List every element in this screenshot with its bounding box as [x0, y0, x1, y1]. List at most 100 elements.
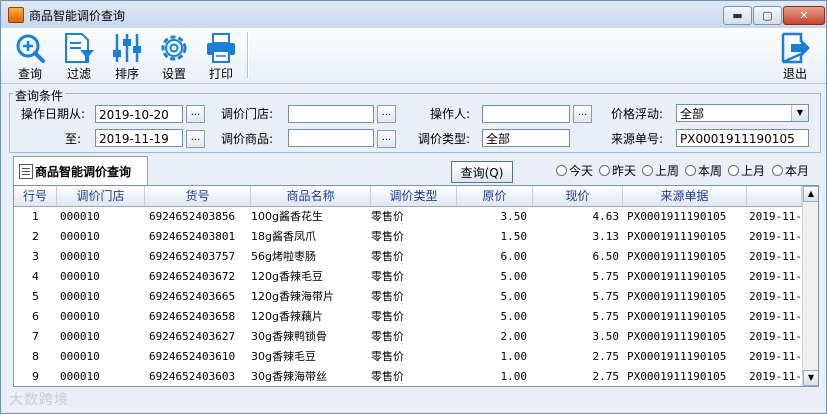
- price-float-select[interactable]: 全部 ▼: [676, 104, 809, 122]
- cell-line-no: 2: [32, 230, 39, 243]
- toolbar: 查询 过滤 排序 设置 打印 退出: [1, 28, 826, 84]
- table-row[interactable]: 9 000010 6924652403603 30g香辣海带丝 零售价 1.00…: [14, 367, 802, 386]
- table-row[interactable]: 7 000010 6924652403627 30g香辣鸭锁骨 零售价 2.00…: [14, 327, 802, 347]
- print-label: 打印: [208, 67, 233, 81]
- product-label: 调价商品:: [221, 132, 274, 146]
- column-header[interactable]: 调价类型: [371, 186, 457, 206]
- minimize-icon: ▬: [732, 9, 743, 22]
- grid-header: 行号 调价门店 货号 商品名称 调价类型 原价 现价 来源单据: [14, 186, 818, 207]
- cell-product-name: 30g香辣海带丝: [251, 370, 327, 383]
- table-row[interactable]: 1 000010 6924652403856 100g酱香花生 零售价 3.50…: [14, 207, 802, 227]
- column-header[interactable]: 来源单据: [623, 186, 747, 206]
- chevron-down-icon[interactable]: ▼: [791, 105, 808, 121]
- scroll-down-icon[interactable]: ▼: [803, 370, 818, 386]
- query-button[interactable]: 查询: [7, 30, 53, 81]
- settings-button[interactable]: 设置: [151, 30, 197, 81]
- cell-old-price: 5.00: [500, 270, 528, 283]
- radio-this-week[interactable]: 本周: [685, 162, 722, 179]
- table-row[interactable]: 4 000010 6924652403672 120g香辣毛豆 零售价 5.00…: [14, 267, 802, 287]
- window-title: 商品智能调价查询: [29, 9, 126, 23]
- cell-product-name: 30g香辣鸭锁骨: [251, 330, 327, 343]
- query-submit-button[interactable]: 查询(Q): [451, 161, 513, 183]
- results-grid[interactable]: 行号 调价门店 货号 商品名称 调价类型 原价 现价 来源单据 1 000010…: [13, 185, 819, 387]
- column-header[interactable]: 原价: [457, 186, 533, 206]
- source-no-label: 来源单号:: [611, 132, 664, 146]
- tab-label: 商品智能调价查询: [35, 165, 132, 179]
- print-button[interactable]: 打印: [198, 30, 244, 81]
- radio-last-month[interactable]: 上月: [728, 162, 765, 179]
- cell-date: 2019-11-1: [749, 310, 802, 323]
- radio-label: 上周: [655, 164, 680, 178]
- price-float-label: 价格浮动:: [611, 107, 664, 121]
- gear-icon: [161, 35, 187, 61]
- tab-smart-price-query[interactable]: 商品智能调价查询: [13, 156, 148, 185]
- scroll-track[interactable]: [804, 203, 818, 371]
- table-row[interactable]: 2 000010 6924652403801 18g酱香凤爪 零售价 1.50 …: [14, 227, 802, 247]
- app-window: 商品智能调价查询 ▬ ▢ ✕ 查询 过滤 排序 设置 打印 退出 查询条件 操作…: [0, 0, 827, 414]
- sort-button[interactable]: 排序: [104, 30, 150, 81]
- store-browse-button[interactable]: ...: [377, 105, 396, 123]
- adjust-type-field[interactable]: 全部: [482, 129, 570, 147]
- radio-last-week[interactable]: 上周: [642, 162, 679, 179]
- column-header[interactable]: 货号: [145, 186, 251, 206]
- exit-button[interactable]: 退出: [772, 30, 818, 81]
- operator-field[interactable]: [482, 105, 570, 123]
- radio-today[interactable]: 今天: [556, 162, 593, 179]
- cell-item-code: 6924652403856: [149, 210, 236, 223]
- cell-date: 2019-11-1: [749, 290, 802, 303]
- cell-line-no: 5: [32, 290, 39, 303]
- radio-this-month[interactable]: 本月: [772, 162, 809, 179]
- sort-sliders-icon: [113, 34, 141, 62]
- maximize-button[interactable]: ▢: [753, 6, 782, 25]
- cell-store: 000010: [60, 230, 100, 243]
- product-field[interactable]: [288, 129, 374, 147]
- exit-arrow-icon: [781, 32, 810, 64]
- radio-circle-icon: [556, 165, 567, 176]
- cell-old-price: 3.50: [500, 210, 528, 223]
- cell-date: 2019-11-1: [749, 330, 802, 343]
- cell-item-code: 6924652403665: [149, 290, 236, 303]
- radio-label: 今天: [569, 164, 594, 178]
- cell-old-price: 1.00: [500, 370, 528, 383]
- vertical-scrollbar[interactable]: ▲ ▼: [802, 186, 818, 386]
- radio-circle-icon: [599, 165, 610, 176]
- operator-browse-button[interactable]: ...: [573, 105, 592, 123]
- column-header[interactable]: 现价: [533, 186, 623, 206]
- radio-label: 本月: [785, 164, 810, 178]
- table-row[interactable]: 5 000010 6924652403665 120g香辣海带片 零售价 5.0…: [14, 287, 802, 307]
- cell-line-no: 8: [32, 350, 39, 363]
- radio-yesterday[interactable]: 昨天: [599, 162, 636, 179]
- cell-date: 2019-11-1: [749, 250, 802, 263]
- column-header[interactable]: 调价门店: [57, 186, 145, 206]
- table-row[interactable]: 8 000010 6924652403610 30g香辣毛豆 零售价 1.00 …: [14, 347, 802, 367]
- status-bar: [1, 391, 826, 413]
- column-header[interactable]: 行号: [14, 186, 57, 206]
- cell-store: 000010: [60, 250, 100, 263]
- date-to-picker-button[interactable]: ...: [186, 130, 205, 148]
- column-header[interactable]: [747, 186, 802, 206]
- cell-product-name: 120g香辣毛豆: [251, 270, 323, 283]
- source-no-field[interactable]: PX0001911190105: [676, 129, 809, 147]
- scroll-up-icon[interactable]: ▲: [803, 186, 818, 202]
- title-bar[interactable]: 商品智能调价查询 ▬ ▢ ✕: [1, 1, 826, 29]
- table-row[interactable]: 6 000010 6924652403658 120g香辣藕片 零售价 5.00…: [14, 307, 802, 327]
- radio-circle-icon: [728, 165, 739, 176]
- cell-store: 000010: [60, 350, 100, 363]
- cell-new-price: 2.75: [592, 350, 620, 363]
- cell-new-price: 3.13: [592, 230, 620, 243]
- table-row[interactable]: 3 000010 6924652403757 56g烤啦枣肠 零售价 6.00 …: [14, 247, 802, 267]
- cell-store: 000010: [60, 290, 100, 303]
- date-from-field[interactable]: 2019-10-20: [95, 105, 183, 123]
- filter-button[interactable]: 过滤: [56, 30, 102, 81]
- product-browse-button[interactable]: ...: [377, 130, 396, 148]
- date-to-label: 至:: [65, 132, 82, 146]
- date-to-field[interactable]: 2019-11-19: [95, 129, 183, 147]
- close-button[interactable]: ✕: [783, 6, 825, 25]
- toolbar-separator: [247, 32, 249, 78]
- store-label: 调价门店:: [221, 107, 274, 121]
- cell-date: 2019-11-1: [749, 350, 802, 363]
- store-field[interactable]: [288, 105, 374, 123]
- date-from-picker-button[interactable]: ...: [186, 105, 205, 123]
- minimize-button[interactable]: ▬: [723, 6, 752, 25]
- column-header[interactable]: 商品名称: [251, 186, 371, 206]
